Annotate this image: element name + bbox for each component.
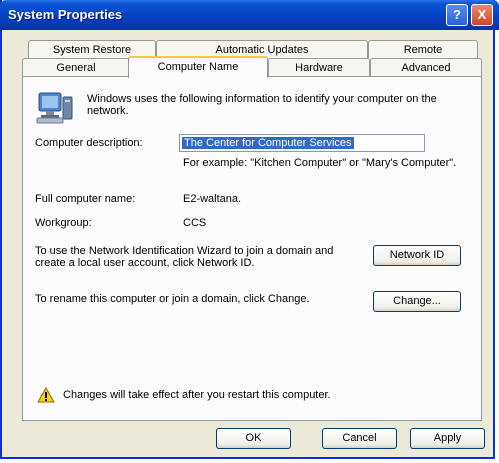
ok-button[interactable]: OK <box>216 428 291 449</box>
computer-description-value: The Center for Computer Services <box>182 137 354 149</box>
title-bar[interactable]: System Properties ? X <box>0 0 499 30</box>
tab-advanced[interactable]: Advanced <box>370 58 482 76</box>
tab-hardware[interactable]: Hardware <box>268 58 370 76</box>
computer-icon <box>36 92 73 124</box>
tab-label: System Restore <box>52 44 132 56</box>
help-icon: ? <box>453 7 461 22</box>
change-button[interactable]: Change... <box>373 291 461 312</box>
help-button[interactable]: ? <box>446 4 468 26</box>
full-computer-name-value: E2-waltana. <box>183 193 242 205</box>
warning-icon <box>37 387 55 403</box>
workgroup-label: Workgroup: <box>35 217 92 229</box>
tab-computer-name[interactable]: Computer Name <box>128 56 268 78</box>
close-button[interactable]: X <box>471 4 493 26</box>
network-id-text: To use the Network Identification Wizard… <box>35 245 334 269</box>
window-title: System Properties <box>8 7 123 22</box>
tab-label: Remote <box>403 44 443 56</box>
tab-label: Hardware <box>295 62 343 74</box>
tab-remote[interactable]: Remote <box>368 40 478 58</box>
tab-general[interactable]: General <box>22 58 130 76</box>
network-id-button-label: Network ID <box>389 249 445 261</box>
intro-text: Windows uses the following information t… <box>87 93 437 117</box>
rename-text: To rename this computer or join a domain… <box>35 293 310 305</box>
computer-name-panel: Windows uses the following information t… <box>22 76 482 421</box>
workgroup-value: CCS <box>183 217 207 229</box>
close-icon: X <box>477 7 487 22</box>
change-button-label: Change... <box>393 295 441 307</box>
apply-button-label: Apply <box>433 432 462 444</box>
cancel-button[interactable]: Cancel <box>322 428 397 449</box>
description-example-text: For example: "Kitchen Computer" or "Mary… <box>183 157 457 169</box>
apply-button[interactable]: Apply <box>410 428 485 449</box>
ok-button-label: OK <box>245 432 262 444</box>
full-computer-name-label: Full computer name: <box>35 193 136 205</box>
warning-text: Changes will take effect after you resta… <box>63 389 331 401</box>
tab-label: Advanced <box>401 62 451 74</box>
computer-description-input[interactable]: The Center for Computer Services <box>179 134 425 152</box>
tab-label: Automatic Updates <box>215 44 309 56</box>
network-id-button[interactable]: Network ID <box>373 245 461 266</box>
cancel-button-label: Cancel <box>342 432 377 444</box>
tab-label: General <box>56 62 96 74</box>
computer-description-label: Computer description: <box>35 137 143 149</box>
tab-label: Computer Name <box>157 61 239 73</box>
